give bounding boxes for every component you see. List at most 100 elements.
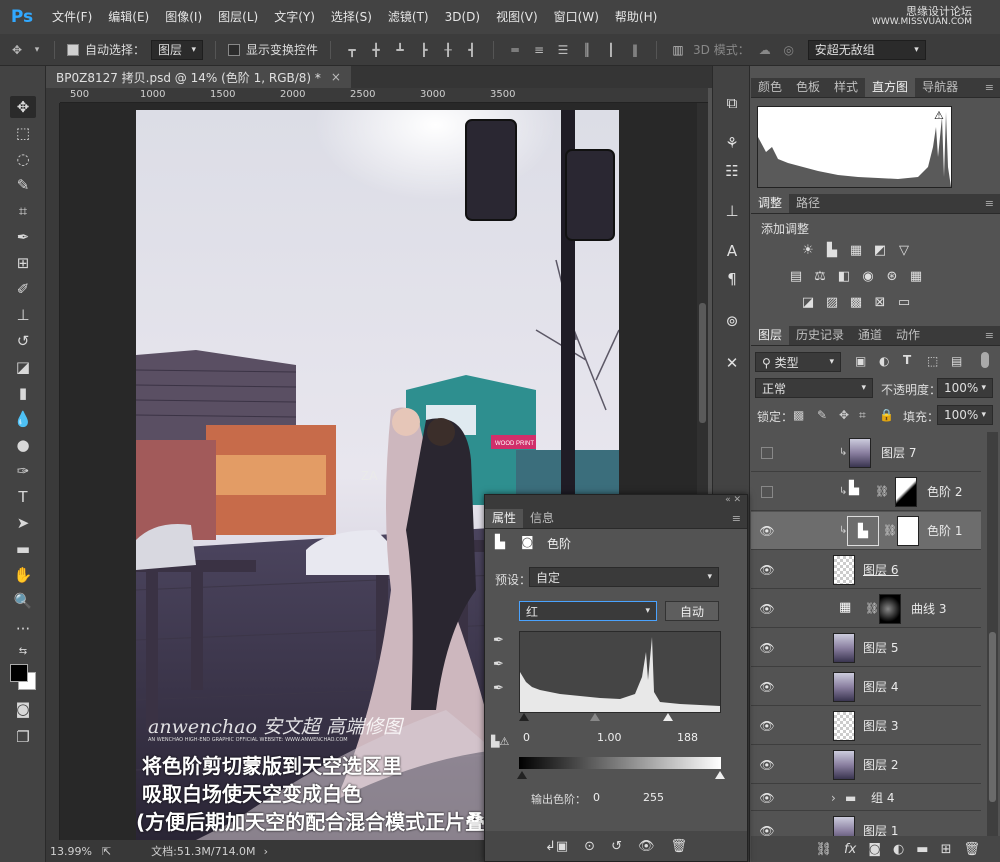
- close-icon[interactable]: ×: [331, 70, 341, 84]
- filter-pixel-icon[interactable]: ▣: [855, 354, 866, 368]
- distribute-hcenter-icon[interactable]: ┃: [602, 42, 620, 58]
- tool-presets-icon[interactable]: ✕: [721, 352, 743, 374]
- rectangle-tool-icon[interactable]: ▬: [10, 538, 36, 560]
- output-black-value[interactable]: 0: [593, 791, 600, 804]
- opacity-input[interactable]: 100% ▾: [937, 378, 993, 398]
- input-gamma-slider[interactable]: [590, 713, 600, 721]
- pen-tool-icon[interactable]: ✑: [10, 460, 36, 482]
- panel-menu-icon[interactable]: ≡: [985, 194, 994, 213]
- channel-dropdown[interactable]: 红 ▾: [519, 601, 657, 621]
- healing-tool-icon[interactable]: ⊞: [10, 252, 36, 274]
- tab-adjustments[interactable]: 调整: [751, 194, 790, 213]
- visibility-toggle[interactable]: [761, 485, 773, 498]
- swap-colors-icon[interactable]: ⇆: [10, 640, 36, 662]
- photo-filter-icon[interactable]: ◉: [859, 268, 877, 284]
- menu-type[interactable]: 文字(Y): [266, 0, 323, 34]
- layer-row[interactable]: 👁 图层 1: [751, 812, 981, 836]
- fx-icon[interactable]: fx: [844, 842, 856, 857]
- threshold-icon[interactable]: ▩: [847, 294, 865, 310]
- move-tool-icon[interactable]: ✥: [10, 96, 36, 118]
- arrange-icon[interactable]: ⧉: [721, 92, 743, 114]
- black-point-eyedropper-icon[interactable]: ✒: [493, 633, 504, 648]
- brush-preset-icon[interactable]: ⚘: [721, 132, 743, 154]
- distribute-right-icon[interactable]: ‖: [626, 42, 644, 58]
- filter-shape-icon[interactable]: ⬚: [927, 354, 938, 368]
- align-left-icon[interactable]: ┣: [415, 42, 433, 58]
- filter-adjustment-icon[interactable]: ◐: [879, 354, 889, 368]
- visibility-toggle[interactable]: [761, 446, 773, 459]
- eraser-tool-icon[interactable]: ◪: [10, 356, 36, 378]
- crop-tool-icon[interactable]: ⌗: [10, 200, 36, 222]
- marquee-tool-icon[interactable]: ⬚: [10, 122, 36, 144]
- menu-layer[interactable]: 图层(L): [210, 0, 266, 34]
- panel-menu-icon[interactable]: ≡: [732, 509, 741, 528]
- input-white-slider[interactable]: [663, 713, 673, 721]
- filter-toggle[interactable]: [981, 352, 989, 368]
- tab-swatches[interactable]: 色板: [789, 78, 827, 97]
- mask-link-icon[interactable]: ⛓: [883, 524, 897, 537]
- tab-layers[interactable]: 图层: [751, 326, 790, 345]
- input-gamma-value[interactable]: 1.00: [597, 731, 622, 744]
- auto-align-icon[interactable]: ▥: [669, 42, 687, 58]
- layer-mask-thumbnail[interactable]: [895, 477, 917, 507]
- auto-select-checkbox[interactable]: [67, 43, 79, 56]
- eye-icon[interactable]: 👁: [759, 641, 775, 655]
- brush-settings-icon[interactable]: ☷: [721, 160, 743, 182]
- white-point-eyedropper-icon[interactable]: ✒: [493, 681, 504, 696]
- eye-icon[interactable]: 👁: [759, 680, 775, 694]
- lock-transparency-icon[interactable]: ▩: [793, 408, 804, 422]
- output-white-value[interactable]: 255: [643, 791, 664, 804]
- align-vcenter-icon[interactable]: ╋: [367, 42, 385, 58]
- stamp-tool-icon[interactable]: ⊥: [10, 304, 36, 326]
- gray-point-eyedropper-icon[interactable]: ✒: [493, 657, 504, 672]
- layer-mask-thumbnail[interactable]: [879, 594, 901, 624]
- brightness-icon[interactable]: ☀: [799, 242, 817, 258]
- lock-all-icon[interactable]: 🔒: [879, 408, 894, 422]
- hue-saturation-icon[interactable]: ▤: [787, 268, 805, 284]
- distribute-left-icon[interactable]: ║: [578, 42, 596, 58]
- trash-icon[interactable]: 🗑: [671, 839, 688, 854]
- layer-row[interactable]: ↳ 图层 7: [751, 434, 981, 472]
- lock-pixels-icon[interactable]: ✎: [817, 408, 827, 422]
- menu-filter[interactable]: 滤镜(T): [380, 0, 437, 34]
- tab-styles[interactable]: 样式: [827, 78, 865, 97]
- character-icon[interactable]: A: [721, 240, 743, 262]
- menu-file[interactable]: 文件(F): [44, 0, 100, 34]
- scrollbar-thumb[interactable]: [989, 632, 996, 802]
- new-adjustment-icon[interactable]: ◐: [893, 842, 904, 857]
- path-select-tool-icon[interactable]: ➤: [10, 512, 36, 534]
- eye-icon[interactable]: 👁: [759, 824, 775, 837]
- gradient-tool-icon[interactable]: ▮: [10, 382, 36, 404]
- layers-scrollbar[interactable]: [987, 432, 998, 836]
- scrollbar-thumb[interactable]: [699, 303, 706, 423]
- layer-group-row[interactable]: 👁 › ▬ 组 4: [751, 785, 981, 811]
- brush-tool-icon[interactable]: ✐: [10, 278, 36, 300]
- view-previous-icon[interactable]: ⊙: [584, 839, 595, 854]
- align-top-icon[interactable]: ┳: [343, 42, 361, 58]
- lock-artboard-icon[interactable]: ⌗: [859, 408, 866, 423]
- paragraph-icon[interactable]: ¶: [721, 268, 743, 290]
- eye-icon[interactable]: 👁: [759, 524, 775, 538]
- distribute-vcenter-icon[interactable]: ≡: [530, 42, 548, 58]
- lasso-tool-icon[interactable]: ◌: [10, 148, 36, 170]
- workspace-dropdown[interactable]: 安超无敌组 ▾: [807, 39, 926, 60]
- history-brush-icon[interactable]: ↺: [10, 330, 36, 352]
- layer-row[interactable]: 👁 ▦ ⛓ 曲线 3: [751, 590, 981, 628]
- input-black-slider[interactable]: [519, 713, 529, 721]
- tab-paths[interactable]: 路径: [789, 194, 827, 213]
- eye-icon[interactable]: 👁: [759, 719, 775, 733]
- invert-icon[interactable]: ◪: [799, 294, 817, 310]
- link-layers-icon[interactable]: ⛓: [816, 842, 833, 857]
- show-transform-checkbox[interactable]: [228, 43, 241, 56]
- chevron-down-icon[interactable]: ▾: [32, 42, 42, 58]
- menu-select[interactable]: 选择(S): [323, 0, 380, 34]
- new-group-icon[interactable]: ▬: [916, 842, 928, 857]
- quick-select-tool-icon[interactable]: ✎: [10, 174, 36, 196]
- panel-menu-icon[interactable]: ≡: [985, 326, 994, 345]
- align-hcenter-icon[interactable]: ╂: [439, 42, 457, 58]
- layer-filter-dropdown[interactable]: ⚲ 类型 ▾: [755, 352, 841, 372]
- distribute-top-icon[interactable]: ═: [506, 42, 524, 58]
- eye-icon[interactable]: 👁: [759, 602, 775, 616]
- chevron-right-icon[interactable]: ›: [264, 845, 268, 858]
- screen-mode-icon[interactable]: ❐: [10, 726, 36, 748]
